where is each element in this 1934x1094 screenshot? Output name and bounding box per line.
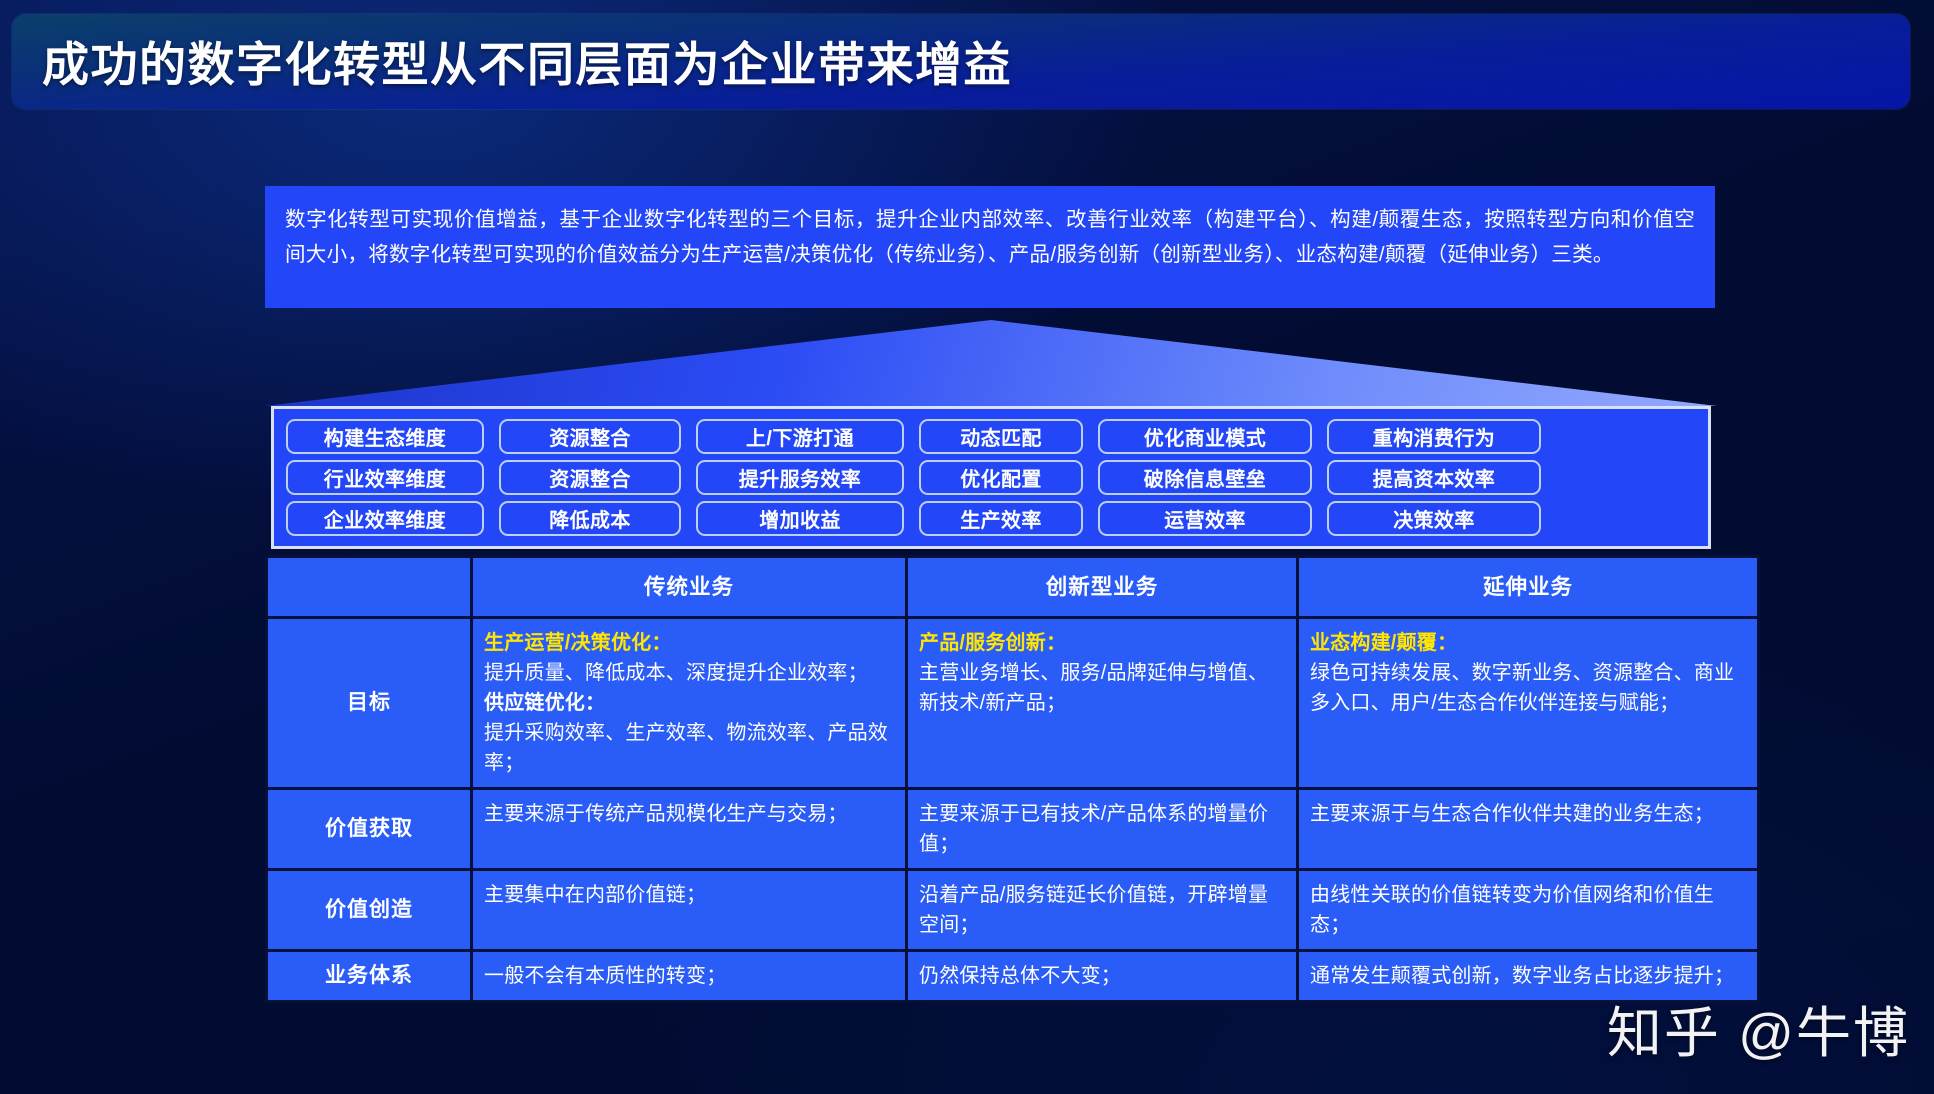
row-label-business-system: 业务体系 [265, 949, 473, 1003]
pill-dimension-industry[interactable]: 行业效率维度 [286, 460, 484, 495]
page-title: 成功的数字化转型从不同层面为企业带来增益 [42, 37, 1012, 91]
table-row-business-system: 业务体系 一般不会有本质性的转变； 仍然保持总体不大变； 通常发生颠覆式创新，数… [265, 949, 1760, 1003]
pill-ecosystem-item-3[interactable]: 动态匹配 [919, 419, 1083, 454]
lede-format-build-disrupt: 业态构建/颠覆： [1310, 632, 1458, 654]
pill-ecosystem-item-2[interactable]: 上/下游打通 [696, 419, 904, 454]
pill-ecosystem-item-4[interactable]: 优化商业模式 [1098, 419, 1312, 454]
row-label-value-capture: 价值获取 [265, 787, 473, 871]
cell-goal-extended: 业态构建/颠覆： 绿色可持续发展、数字新业务、资源整合、商业多入口、用户/生态合… [1296, 616, 1760, 790]
cell-value-capture-innovative: 主要来源于已有技术/产品体系的增量价值； [905, 787, 1299, 871]
intro-paragraph: 数字化转型可实现价值增益，基于企业数字化转型的三个目标，提升企业内部效率、改善行… [285, 208, 1695, 266]
pill-enterprise-item-4[interactable]: 运营效率 [1098, 501, 1312, 536]
business-comparison-table: 传统业务 创新型业务 延伸业务 目标 生产运营/决策优化： 提升质量、降低成本、… [265, 555, 1760, 1003]
pill-row-industry: 行业效率维度 资源整合 提升服务效率 优化配置 破除信息壁垒 提高资本效率 [286, 459, 1696, 496]
body-format-build-disrupt: 绿色可持续发展、数字新业务、资源整合、商业多入口、用户/生态合作伙伴连接与赋能； [1310, 662, 1735, 714]
dimension-pill-panel: 构建生态维度 资源整合 上/下游打通 动态匹配 优化商业模式 重构消费行为 行业… [271, 406, 1711, 549]
cell-value-creation-traditional: 主要集中在内部价值链； [470, 868, 908, 952]
intro-callout-box: 数字化转型可实现价值增益，基于企业数字化转型的三个目标，提升企业内部效率、改善行… [265, 186, 1715, 308]
table-row-value-creation: 价值创造 主要集中在内部价值链； 沿着产品/服务链延长价值链，开辟增量空间； 由… [265, 868, 1760, 952]
pill-enterprise-item-1[interactable]: 降低成本 [499, 501, 681, 536]
table-header-innovative: 创新型业务 [905, 555, 1299, 619]
pill-row-ecosystem: 构建生态维度 资源整合 上/下游打通 动态匹配 优化商业模式 重构消费行为 [286, 418, 1696, 455]
cell-value-creation-extended: 由线性关联的价值链转变为价值网络和价值生态； [1296, 868, 1760, 952]
pill-industry-item-5[interactable]: 提高资本效率 [1327, 460, 1541, 495]
lede-production-ops: 生产运营/决策优化： [484, 632, 672, 654]
slide-title-bar: 成功的数字化转型从不同层面为企业带来增益 [12, 14, 1910, 109]
lede-supply-chain: 供应链优化： [484, 692, 606, 714]
pill-enterprise-item-5[interactable]: 决策效率 [1327, 501, 1541, 536]
pill-dimension-ecosystem[interactable]: 构建生态维度 [286, 419, 484, 454]
pill-enterprise-item-3[interactable]: 生产效率 [919, 501, 1083, 536]
body-product-service-innovation: 主营业务增长、服务/品牌延伸与增值、新技术/新产品； [919, 662, 1269, 714]
pill-industry-item-4[interactable]: 破除信息壁垒 [1098, 460, 1312, 495]
body-production-ops: 提升质量、降低成本、深度提升企业效率； [484, 662, 868, 684]
pill-industry-item-1[interactable]: 资源整合 [499, 460, 681, 495]
table-header-extended: 延伸业务 [1296, 555, 1760, 619]
pill-ecosystem-item-1[interactable]: 资源整合 [499, 419, 681, 454]
table-row-value-capture: 价值获取 主要来源于传统产品规模化生产与交易； 主要来源于已有技术/产品体系的增… [265, 787, 1760, 871]
lede-product-service-innovation: 产品/服务创新： [919, 632, 1067, 654]
pediment-arrow-shape [265, 320, 1717, 406]
cell-value-capture-extended: 主要来源于与生态合作伙伴共建的业务生态； [1296, 787, 1760, 871]
pill-industry-item-2[interactable]: 提升服务效率 [696, 460, 904, 495]
pill-enterprise-item-2[interactable]: 增加收益 [696, 501, 904, 536]
cell-business-system-traditional: 一般不会有本质性的转变； [470, 949, 908, 1003]
cell-value-capture-traditional: 主要来源于传统产品规模化生产与交易； [470, 787, 908, 871]
pill-dimension-enterprise[interactable]: 企业效率维度 [286, 501, 484, 536]
slide-canvas: 成功的数字化转型从不同层面为企业带来增益 数字化转型可实现价值增益，基于企业数字… [0, 0, 1934, 1094]
cell-business-system-innovative: 仍然保持总体不大变； [905, 949, 1299, 1003]
pill-ecosystem-item-5[interactable]: 重构消费行为 [1327, 419, 1541, 454]
table-row-goal: 目标 生产运营/决策优化： 提升质量、降低成本、深度提升企业效率； 供应链优化：… [265, 616, 1760, 790]
table-header-row: 传统业务 创新型业务 延伸业务 [265, 555, 1760, 619]
cell-goal-traditional: 生产运营/决策优化： 提升质量、降低成本、深度提升企业效率； 供应链优化： 提升… [470, 616, 908, 790]
row-label-value-creation: 价值创造 [265, 868, 473, 952]
pill-industry-item-3[interactable]: 优化配置 [919, 460, 1083, 495]
table-header-traditional: 传统业务 [470, 555, 908, 619]
row-label-goal: 目标 [265, 616, 473, 790]
table-header-blank [265, 555, 473, 619]
cell-goal-innovative: 产品/服务创新： 主营业务增长、服务/品牌延伸与增值、新技术/新产品； [905, 616, 1299, 790]
cell-business-system-extended: 通常发生颠覆式创新，数字业务占比逐步提升； [1296, 949, 1760, 1003]
body-supply-chain: 提升采购效率、生产效率、物流效率、产品效率； [484, 722, 888, 774]
pill-row-enterprise: 企业效率维度 降低成本 增加收益 生产效率 运营效率 决策效率 [286, 500, 1696, 537]
cell-value-creation-innovative: 沿着产品/服务链延长价值链，开辟增量空间； [905, 868, 1299, 952]
